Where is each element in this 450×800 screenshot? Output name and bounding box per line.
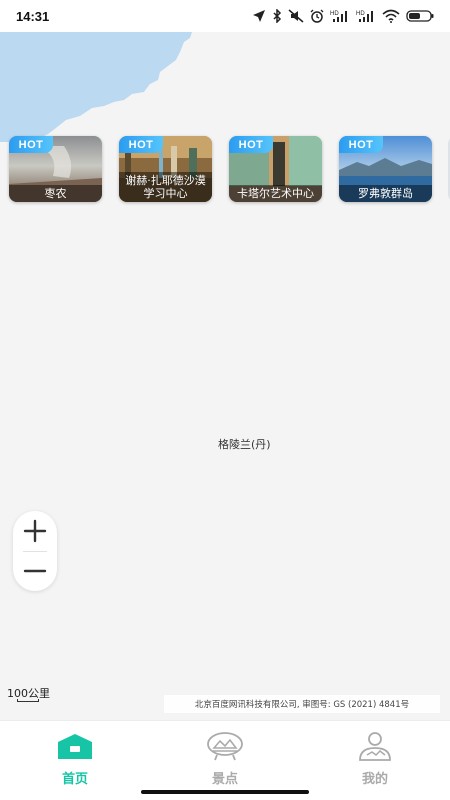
scenic-card[interactable]: HOT 罗弗敦群岛 — [339, 136, 432, 202]
zoom-out-button[interactable] — [13, 551, 57, 591]
zoom-in-button[interactable] — [13, 511, 57, 551]
battery-icon — [406, 10, 434, 22]
hd-tag-2: HD — [356, 11, 365, 17]
mute-icon — [288, 9, 304, 23]
status-icons: HD HD — [252, 9, 434, 23]
map-place-label: 格陵兰(丹) — [218, 438, 271, 451]
bluetooth-icon — [273, 9, 282, 23]
hd-signal-icon: HD — [330, 11, 347, 22]
landscape-icon — [206, 731, 244, 761]
tab-mine[interactable]: 我的 — [325, 731, 425, 791]
map-water-area — [0, 32, 192, 142]
home-indicator-bar[interactable] — [141, 790, 309, 794]
tab-home-label: 首页 — [61, 772, 88, 787]
profile-icon — [356, 731, 394, 761]
scenic-card-title: 枣农 — [9, 185, 102, 202]
hot-badge: HOT — [119, 136, 163, 153]
tab-spots-label: 景点 — [211, 772, 238, 787]
scenic-card[interactable]: HOT 谢赫·扎耶德沙漠学习中心 — [119, 136, 212, 202]
tab-home[interactable]: 首页 — [25, 731, 125, 791]
alarm-icon — [310, 9, 324, 23]
tab-mine-label: 我的 — [361, 772, 388, 787]
map-scale-bar — [17, 699, 39, 702]
bottom-tab-bar: 首页 景点 我的 — [0, 720, 450, 800]
hd-tag-1: HD — [330, 11, 339, 17]
zoom-control — [13, 511, 57, 591]
scenic-card[interactable]: HOT 枣农 — [9, 136, 102, 202]
scenic-card[interactable]: HOT 卡塔尔艺术中心 — [229, 136, 322, 202]
scenic-card-title: 谢赫·扎耶德沙漠学习中心 — [119, 172, 212, 202]
scenic-card-title: 卡塔尔艺术中心 — [229, 185, 322, 202]
home-icon — [56, 731, 94, 761]
hot-badge: HOT — [339, 136, 383, 153]
hot-badge: HOT — [9, 136, 53, 153]
tab-spots[interactable]: 景点 — [175, 731, 275, 791]
hd-signal-icon: HD — [356, 11, 373, 22]
status-time: 14:31 — [16, 8, 50, 24]
location-icon — [253, 10, 265, 22]
scenic-card-title: 罗弗敦群岛 — [339, 185, 432, 202]
plus-icon — [23, 519, 47, 543]
hot-badge: HOT — [229, 136, 273, 153]
wifi-icon — [382, 9, 400, 23]
status-bar: 14:31 HD HD — [0, 0, 450, 32]
minus-icon — [23, 569, 47, 573]
scenic-card-strip[interactable]: HOT 枣农 HOT 谢赫·扎耶德沙漠学习中心 HOT 卡塔尔艺术中心 HOT … — [0, 136, 450, 204]
map-copyright: 北京百度网讯科技有限公司, 审图号: GS (2021) 4841号 — [164, 695, 440, 713]
